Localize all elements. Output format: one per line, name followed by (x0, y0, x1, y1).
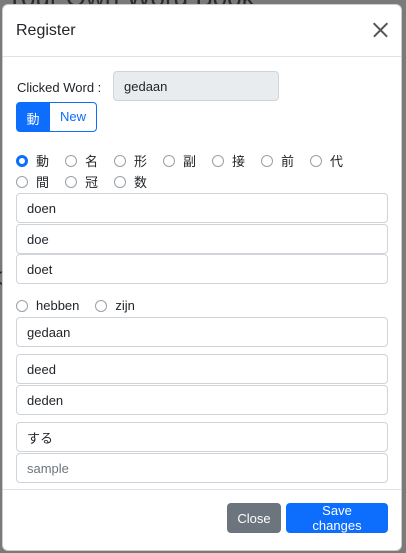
modal-header: Register (3, 5, 401, 57)
pos-label: 動 (36, 154, 50, 169)
mode-button-group: 動 New (16, 102, 98, 132)
radio-icon[interactable] (163, 154, 175, 167)
pos-radio-pronoun[interactable]: 代 (310, 151, 359, 170)
verb-mode-button[interactable]: 動 (16, 102, 50, 132)
radio-icon[interactable] (310, 154, 322, 167)
pos-radio-noun[interactable]: 名 (65, 151, 114, 170)
meaning-field[interactable] (16, 422, 388, 452)
clicked-word-input[interactable] (113, 71, 279, 101)
radio-icon[interactable] (65, 175, 77, 188)
pos-radio-row-2: 間 冠 数 (16, 172, 163, 191)
aux-radio-zijn[interactable]: zijn (95, 298, 135, 313)
clicked-word-label: Clicked Word : (17, 80, 102, 95)
radio-icon[interactable] (114, 175, 126, 188)
clicked-word-row: Clicked Word : (16, 71, 388, 103)
present-first-field[interactable] (16, 224, 388, 254)
pos-label: 形 (134, 154, 148, 169)
radio-icon[interactable] (261, 154, 273, 167)
auxiliary-radio-row: hebben zijn (16, 298, 149, 313)
close-icon[interactable] (370, 20, 390, 40)
past-singular-field[interactable] (16, 354, 388, 384)
radio-icon[interactable] (16, 299, 28, 312)
radio-icon[interactable] (16, 175, 28, 188)
pos-label: 代 (330, 154, 344, 169)
radio-icon[interactable] (65, 154, 77, 167)
new-button[interactable]: New (50, 102, 98, 132)
pos-radio-verb[interactable]: 動 (16, 151, 65, 170)
pos-radio-adjective[interactable]: 形 (114, 151, 163, 170)
aux-label: zijn (115, 298, 135, 313)
pos-radio-conjunction[interactable]: 接 (212, 151, 261, 170)
aux-label: hebben (36, 298, 80, 313)
pos-label: 冠 (85, 175, 99, 190)
modal-footer: Close Save changes (3, 489, 401, 550)
past-plural-field[interactable] (16, 385, 388, 415)
pos-label: 間 (36, 175, 50, 190)
pos-radio-interjection[interactable]: 間 (16, 172, 65, 191)
close-button[interactable]: Close (227, 503, 281, 533)
pos-label: 名 (85, 154, 99, 169)
pos-radio-preposition[interactable]: 前 (261, 151, 310, 170)
radio-icon[interactable] (212, 154, 224, 167)
pos-label: 副 (183, 154, 197, 169)
pos-radio-adverb[interactable]: 副 (163, 151, 212, 170)
pos-radio-numeral[interactable]: 数 (114, 172, 163, 191)
sample-field[interactable] (16, 453, 388, 483)
pos-radio-article[interactable]: 冠 (65, 172, 114, 191)
pos-label: 接 (232, 154, 246, 169)
pos-label: 前 (281, 154, 295, 169)
radio-icon[interactable] (95, 299, 108, 312)
present-third-field[interactable] (16, 254, 388, 284)
save-changes-button[interactable]: Save changes (286, 503, 388, 533)
pos-radio-row-1: 動 名 形 副 接 前 代 (16, 151, 359, 170)
radio-checked-icon[interactable] (16, 154, 28, 167)
register-modal: Register Clicked Word : 動 New 動 名 形 副 接 … (2, 4, 402, 551)
modal-title: Register (16, 22, 76, 39)
participle-field[interactable] (16, 317, 388, 347)
radio-icon[interactable] (114, 154, 126, 167)
pos-label: 数 (134, 175, 148, 190)
infinitive-field[interactable] (16, 193, 388, 223)
aux-radio-hebben[interactable]: hebben (16, 298, 79, 313)
